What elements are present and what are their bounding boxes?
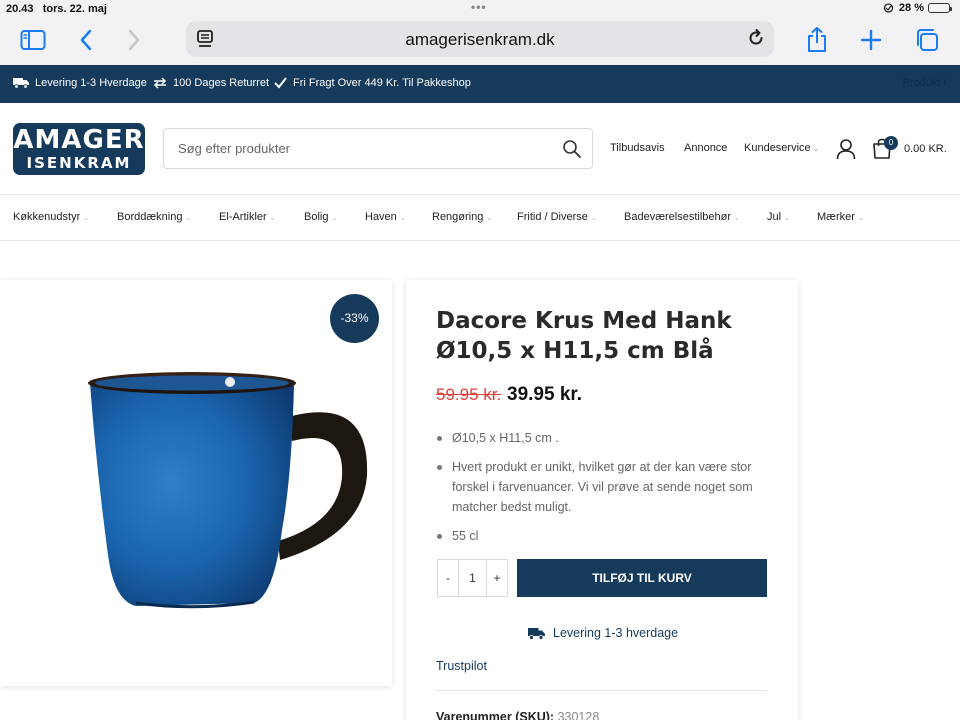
chevron-down-icon: ⌄ — [784, 215, 790, 222]
back-icon[interactable] — [71, 26, 101, 54]
chevron-down-icon: ⌄ — [812, 144, 820, 153]
forward-icon[interactable] — [119, 26, 149, 54]
browser-toolbar: amagerisenkram.dk — [0, 18, 960, 65]
share-icon[interactable] — [802, 26, 832, 54]
status-bar: 20.43 tors. 22. maj ••• 28 % — [0, 0, 960, 18]
chevron-down-icon: ⌄ — [734, 215, 740, 222]
nav-item-haven[interactable]: Haven ⌄ — [365, 211, 406, 223]
feature-item: 55 cl — [436, 526, 776, 546]
chevron-down-icon: ⌄ — [399, 215, 406, 222]
truck-icon — [528, 627, 545, 640]
checkmark-icon — [274, 77, 287, 89]
usp-item: 100 Dages Returret — [153, 77, 269, 89]
nav-item-badevaerelsestilbehor[interactable]: Badeværelsestilbehør ⌄ — [624, 211, 740, 223]
cart-count-badge: 0 — [884, 136, 898, 150]
sku-label: Varenummer (SKU): — [436, 710, 555, 720]
usp-bar: Levering 1-3 Hverdage 100 Dages Returret… — [0, 65, 960, 103]
nav-item-el-artikler[interactable]: El-Artikler ⌄ — [219, 211, 276, 223]
battery-percent: 28 % — [898, 2, 924, 14]
search-box — [163, 128, 593, 169]
new-tab-icon[interactable] — [856, 26, 886, 54]
chevron-down-icon: ⌄ — [331, 215, 338, 222]
chevron-down-icon: ⌄ — [83, 215, 90, 222]
nav-item-bolig[interactable]: Bolig ⌄ — [304, 211, 337, 223]
feature-item: Ø10,5 x H11,5 cm . — [436, 428, 776, 448]
trustpilot-link[interactable]: Trustpilot — [436, 659, 487, 673]
sku-value: 330128 — [557, 710, 600, 720]
header-link-annonce[interactable]: Annonce — [684, 142, 727, 154]
old-price: 59.95 kr. — [436, 385, 502, 404]
chevron-down-icon: ⌄ — [590, 215, 597, 222]
tabs-overview-icon[interactable] — [912, 26, 942, 54]
nav-item-kokkenudstyr[interactable]: Køkkenudstyr ⌄ — [13, 211, 89, 223]
status-indicators: 28 % — [882, 2, 952, 14]
usp-right-text[interactable]: Produkt i — [903, 77, 946, 89]
discount-badge: -33% — [330, 294, 379, 343]
sku-row: Varenummer (SKU): 330128 — [436, 710, 599, 720]
chevron-down-icon: ⌄ — [185, 215, 192, 222]
screen-lock-icon — [883, 3, 894, 13]
delivery-info: Levering 1-3 hverdage — [528, 626, 678, 640]
quantity-decrease-button[interactable]: - — [438, 560, 458, 596]
nav-item-rengoring[interactable]: Rengøring ⌄ — [432, 211, 492, 223]
quantity-input[interactable]: 1 — [458, 560, 487, 596]
exchange-arrows-icon — [153, 77, 167, 89]
nav-item-jul[interactable]: Jul ⌄ — [767, 211, 790, 223]
user-account-icon[interactable] — [836, 138, 856, 165]
search-input[interactable] — [164, 129, 544, 168]
nav-item-fritid-diverse[interactable]: Fritid / Diverse ⌄ — [517, 211, 597, 223]
reload-icon[interactable] — [746, 28, 766, 53]
divider — [436, 690, 767, 691]
multitask-dots-icon[interactable]: ••• — [471, 0, 487, 14]
search-icon[interactable] — [562, 139, 582, 164]
feature-item: Hvert produkt er unikt, hvilket gør at d… — [436, 457, 776, 517]
quantity-increase-button[interactable]: + — [487, 560, 507, 596]
chevron-down-icon: ⌄ — [269, 215, 276, 222]
nav-item-maerker[interactable]: Mærker ⌄ — [817, 211, 864, 223]
usp-item: Fri Fragt Over 449 Kr. Til Pakkeshop — [274, 77, 471, 89]
url-text: amagerisenkram.dk — [405, 30, 555, 49]
address-bar[interactable]: amagerisenkram.dk — [186, 21, 774, 57]
header-link-kundeservice[interactable]: Kundeservice ⌄ — [744, 142, 819, 154]
chevron-down-icon: ⌄ — [486, 215, 493, 222]
site-header: AMAGER ISENKRAM Tilbudsavis Annonce Kund… — [0, 103, 960, 195]
chevron-down-icon: ⌄ — [857, 215, 864, 222]
sidebar-toggle-icon[interactable] — [18, 26, 48, 54]
site-logo[interactable]: AMAGER ISENKRAM — [13, 123, 145, 175]
quantity-stepper: - 1 + — [437, 559, 508, 597]
header-link-tilbudsavis[interactable]: Tilbudsavis — [610, 142, 665, 154]
product-title: Dacore Krus Med Hank Ø10,5 x H11,5 cm Bl… — [436, 308, 732, 364]
sale-price: 39.95 kr. — [507, 384, 583, 405]
cart-total[interactable]: 0.00 KR. — [904, 143, 947, 155]
category-nav: Køkkenudstyr ⌄ Borddækning ⌄ El-Artikler ⌄ … — [0, 196, 960, 241]
product-features: Ø10,5 x H11,5 cm . Hvert produkt er unik… — [436, 428, 776, 555]
usp-item: Levering 1-3 Hverdage — [13, 77, 147, 89]
status-time: 20.43 tors. 22. maj — [6, 3, 107, 15]
truck-icon — [13, 78, 29, 89]
battery-icon — [928, 3, 952, 13]
nav-item-borddaekning[interactable]: Borddækning ⌄ — [117, 211, 191, 223]
product-image[interactable] — [70, 355, 380, 615]
add-to-cart-button[interactable]: TILFØJ TIL KURV — [517, 559, 767, 597]
